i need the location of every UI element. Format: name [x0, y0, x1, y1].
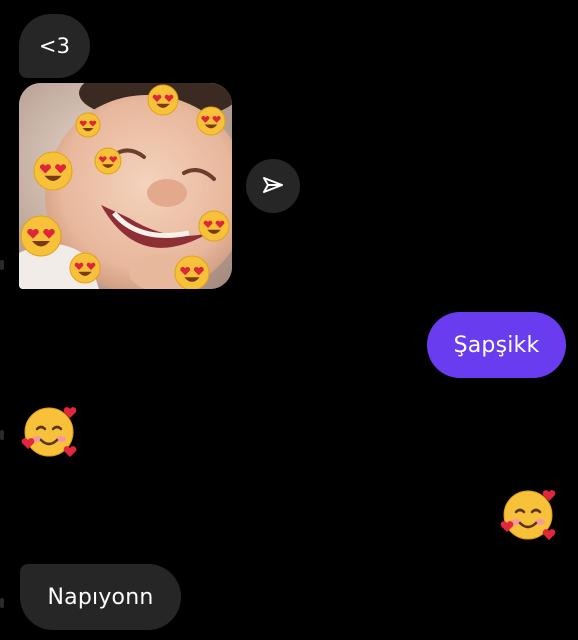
emoji-message-incoming[interactable]: [20, 401, 82, 463]
smiling-face-with-hearts-icon: [500, 490, 556, 540]
heart-eyes-emoji-icon: [196, 106, 226, 136]
heart-eyes-emoji-icon: [75, 112, 101, 138]
heart-eyes-emoji-icon: [33, 151, 73, 191]
avatar-edge: [0, 598, 4, 608]
heart-eyes-emoji-icon: [94, 147, 122, 175]
paper-plane-icon: [263, 177, 283, 193]
message-bubble-incoming[interactable]: <3: [19, 14, 90, 78]
message-bubble-incoming[interactable]: Napıyonn: [20, 564, 181, 630]
image-message[interactable]: [19, 83, 232, 289]
share-button[interactable]: [246, 159, 300, 213]
smiling-face-with-hearts-icon: [21, 407, 77, 457]
avatar-edge: [0, 260, 4, 270]
heart-eyes-emoji-icon: [69, 252, 101, 284]
message-text: Şapşikk: [453, 332, 540, 358]
emoji-message-outgoing[interactable]: [499, 484, 561, 546]
message-bubble-outgoing[interactable]: Şapşikk: [427, 312, 566, 378]
message-text: <3: [38, 34, 71, 58]
message-text: Napıyonn: [47, 584, 154, 610]
heart-eyes-emoji-icon: [20, 215, 62, 257]
heart-eyes-emoji-icon: [147, 84, 179, 116]
heart-eyes-emoji-icon: [174, 255, 210, 289]
avatar-edge: [0, 430, 4, 440]
sticker-overlay: [20, 84, 230, 289]
heart-eyes-emoji-icon: [198, 210, 230, 242]
